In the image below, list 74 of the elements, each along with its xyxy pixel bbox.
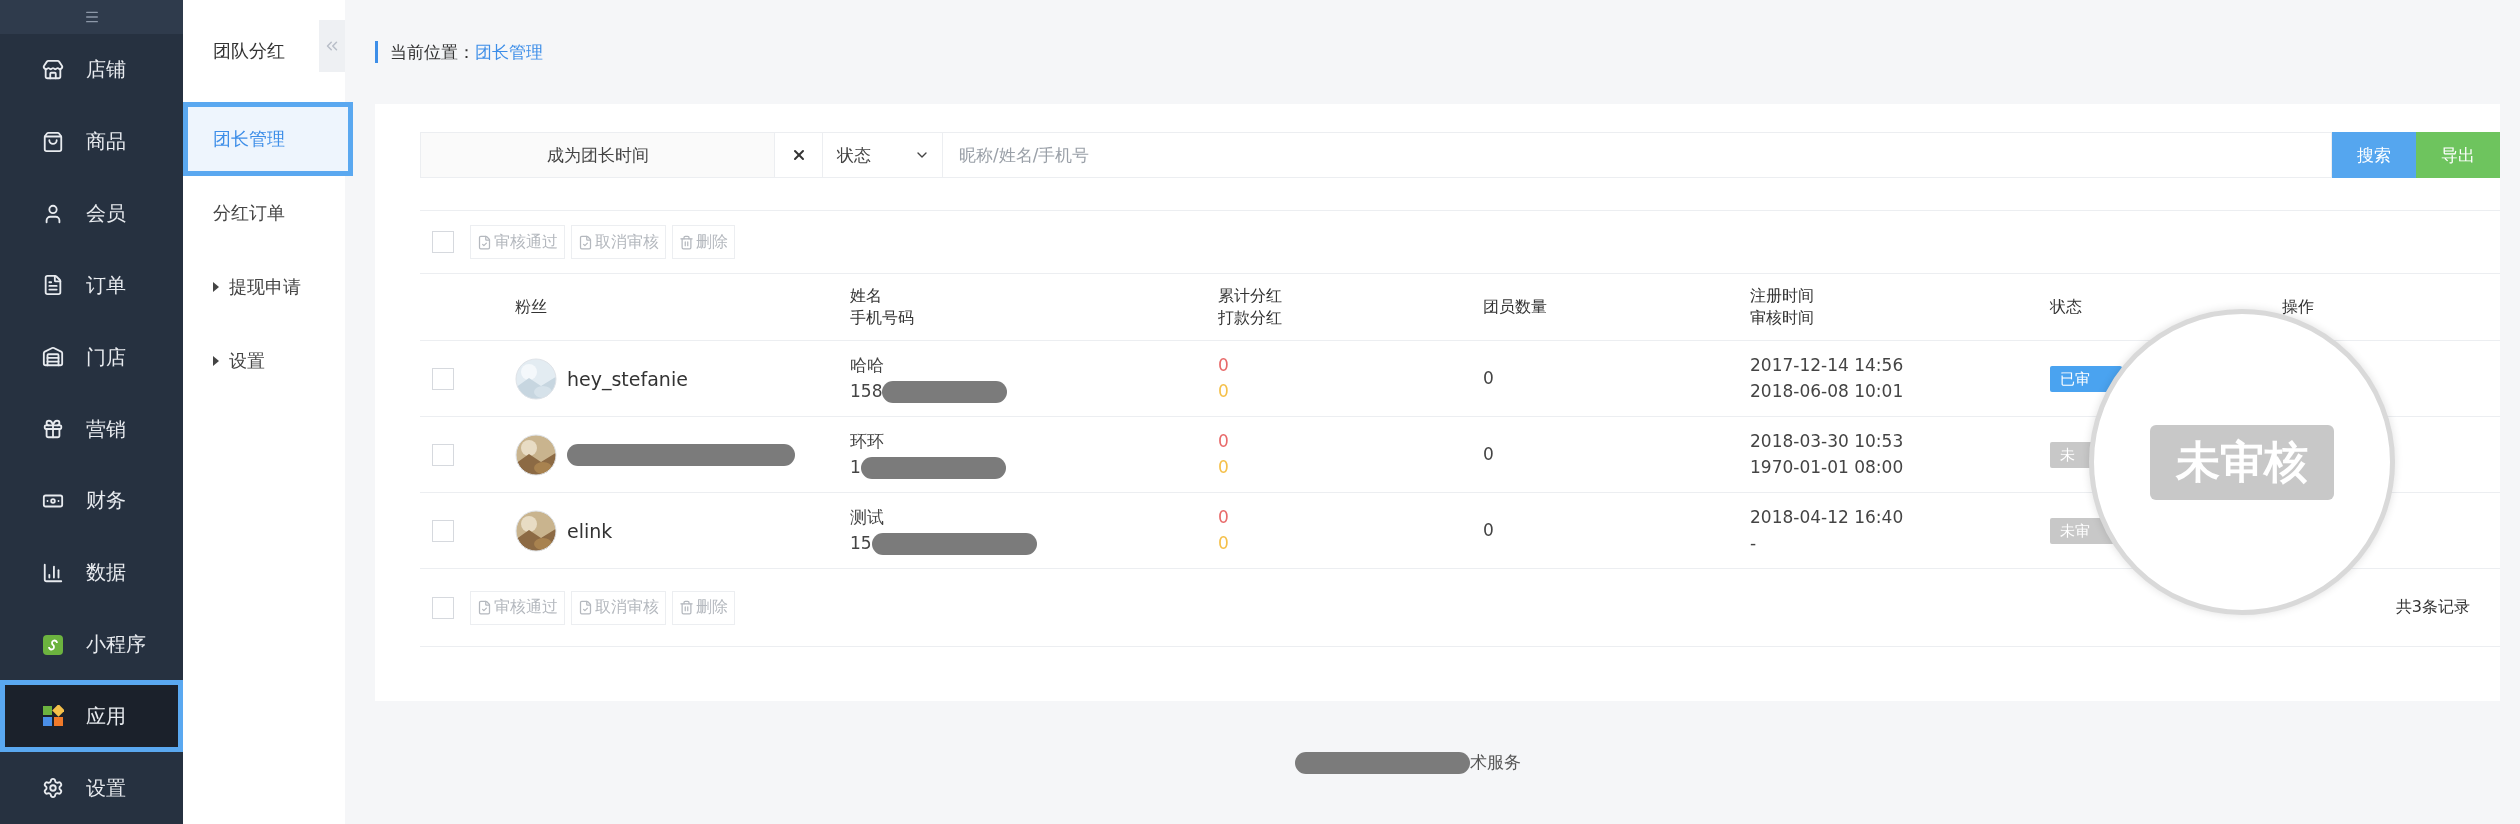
status-badge: 已审: [2050, 365, 2122, 392]
column-header: 团员数量: [1483, 296, 1548, 319]
sidebar-item[interactable]: 小程序: [0, 608, 183, 681]
column-header: 粉丝: [515, 296, 548, 319]
footer-text: 术服务: [1469, 751, 1521, 774]
phone-text: 15: [850, 532, 872, 553]
column-header: 累计分红 打款分红: [1218, 285, 1283, 329]
menu-icon[interactable]: [83, 9, 100, 25]
name-text: 哈哈: [850, 354, 885, 377]
fan-name: elink: [567, 519, 613, 542]
bag-icon: [42, 130, 64, 153]
subnav-title: 团队分红: [212, 39, 286, 63]
name-text: 测试: [850, 506, 885, 529]
member-count: 0: [1483, 518, 1495, 542]
subnav-item[interactable]: 设置: [183, 324, 345, 398]
column-header: 操作: [2282, 296, 2315, 319]
sidebar-item[interactable]: 设置: [0, 752, 183, 824]
settings-icon: [42, 777, 64, 800]
document-icon: [578, 600, 593, 615]
gift-icon: [42, 418, 64, 440]
review-time: -: [1750, 531, 1758, 555]
review-time: 2018-06-08 10:01: [1750, 379, 1905, 403]
column-header: 注册时间 审核时间: [1750, 285, 1815, 329]
expand-triangle-icon: [213, 356, 219, 366]
subnav-item[interactable]: 分红订单: [183, 176, 345, 250]
sidebar-item[interactable]: 商品: [0, 105, 183, 178]
sidebar-item[interactable]: 营销: [0, 393, 183, 465]
trash-icon: [679, 600, 694, 615]
sidebar-item[interactable]: 应用: [0, 680, 183, 753]
sidebar-item[interactable]: 店铺: [0, 33, 183, 106]
row-checkbox[interactable]: [432, 367, 454, 390]
sidebar-item[interactable]: 会员: [0, 177, 183, 250]
subnav-item[interactable]: 提现申请: [183, 250, 345, 324]
expand-triangle-icon: [213, 282, 219, 292]
document-icon: [477, 234, 492, 250]
register-time: 2018-04-12 16:40: [1750, 506, 1905, 529]
select-all-checkbox[interactable]: [432, 596, 454, 619]
document-icon: [477, 600, 492, 615]
member-count: 0: [1483, 366, 1495, 390]
apps-grid-icon: [42, 705, 64, 728]
document-icon: [578, 234, 593, 250]
date-filter-button[interactable]: 成为团长时间: [420, 132, 775, 178]
total-dividend: 0: [1218, 354, 1230, 377]
column-header: 状态: [2050, 296, 2083, 319]
paid-dividend: 0: [1218, 379, 1230, 403]
sidebar-item[interactable]: 门店: [0, 321, 183, 394]
name-text: 环环: [850, 430, 885, 453]
column-header: 姓名 手机号码: [850, 285, 915, 329]
document-icon: [42, 274, 64, 297]
select-all-checkbox[interactable]: [432, 231, 454, 253]
clear-button[interactable]: [775, 132, 823, 178]
total-dividend: 0: [1218, 430, 1230, 453]
member-count: 0: [1483, 442, 1495, 466]
sidebar-item[interactable]: 数据: [0, 536, 183, 609]
record-count: 共3条记录: [2395, 597, 2470, 618]
sidebar-item[interactable]: 订单: [0, 249, 183, 322]
fan-name: hey_stefanie: [567, 367, 688, 390]
row-checkbox[interactable]: [432, 519, 454, 542]
collapse-button[interactable]: [319, 20, 345, 72]
trash-icon: [679, 234, 694, 250]
register-time: 2017-12-14 14:56: [1750, 354, 1905, 377]
phone-text: 158: [850, 380, 883, 401]
search-field[interactable]: 昵称/姓名/手机号: [943, 132, 2332, 178]
paid-dividend: 0: [1218, 531, 1230, 555]
total-dividend: 0: [1218, 506, 1230, 529]
breadcrumb-label: 当前位置：: [390, 40, 475, 64]
store-icon: [42, 58, 64, 81]
phone-text: 1: [850, 456, 861, 477]
register-time: 2018-03-30 10:53: [1750, 430, 1905, 453]
sidebar-item[interactable]: 财务: [0, 464, 183, 537]
row-checkbox[interactable]: [432, 443, 454, 466]
bar-chart-icon: [42, 561, 64, 584]
review-time: 1970-01-01 08:00: [1750, 455, 1905, 479]
paid-dividend: 0: [1218, 455, 1230, 479]
